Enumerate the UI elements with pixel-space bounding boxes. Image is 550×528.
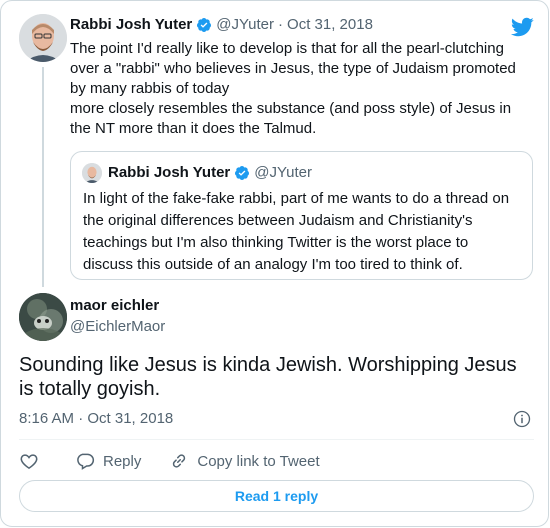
tweet-actions: Reply Copy link to Tweet [19, 449, 348, 473]
divider [19, 439, 534, 440]
tweet-embed-card: Rabbi Josh Yuter @JYuter · Oct 31, 2018 … [0, 0, 549, 527]
parent-tweet-header: Rabbi Josh Yuter @JYuter · Oct 31, 2018 [70, 16, 373, 33]
quoted-author-name: Rabbi Josh Yuter [108, 164, 231, 181]
tweet-text-line: In light of the fake-fake rabbi, part of… [83, 190, 510, 207]
tweet-text-line: the NT more than it does the Talmud. [70, 120, 317, 137]
tweet-text-line: The point I'd really like to develop is … [70, 40, 504, 57]
quoted-author-avatar [82, 163, 102, 183]
tweet-timestamp[interactable]: 8:16 AM · Oct 31, 2018 [19, 410, 173, 427]
thread-connector-line [42, 67, 44, 287]
copy-link-label: Copy link to Tweet [197, 452, 320, 470]
main-author-name[interactable]: maor eichler [70, 297, 159, 314]
verified-badge-icon [235, 165, 250, 180]
verified-badge-icon [197, 17, 212, 32]
main-author-handle[interactable]: @EichlerMaor [70, 318, 165, 335]
read-replies-button[interactable]: Read 1 reply [19, 480, 534, 512]
tweet-text-line: is totally goyish. [19, 378, 161, 400]
heart-icon [20, 454, 38, 469]
tweet-text-line: teachings but I'm also thinking Twitter … [83, 234, 469, 251]
tweet-text-line: more closely resembles the substance (an… [70, 100, 512, 117]
tweet-date[interactable]: Oct 31, 2018 [287, 16, 373, 33]
author-avatar[interactable] [19, 14, 67, 62]
quoted-author-handle: @JYuter [254, 164, 313, 181]
author-handle[interactable]: @JYuter [216, 16, 274, 33]
quoted-tweet-text: In light of the fake-fake rabbi, part of… [83, 188, 523, 276]
link-icon [173, 454, 186, 468]
quoted-tweet-header: Rabbi Josh Yuter @JYuter [108, 164, 312, 181]
author-name[interactable]: Rabbi Josh Yuter [70, 16, 192, 33]
parent-tweet-text: The point I'd really like to develop is … [70, 39, 530, 139]
main-tweet-text: Sounding like Jesus is kinda Jewish. Wor… [19, 353, 534, 401]
tweet-text-line: the original differences between Judaism… [83, 212, 473, 229]
copy-link-button[interactable]: Copy link to Tweet [169, 451, 320, 471]
quoted-tweet[interactable]: Rabbi Josh Yuter @JYuter In light of the… [70, 151, 533, 280]
tweet-text-line: Sounding like Jesus is kinda Jewish. Wor… [19, 354, 517, 376]
tweet-text-line: by many rabbis of today [70, 80, 230, 97]
reply-bubble-icon [77, 453, 95, 470]
twitter-bird-icon[interactable] [510, 15, 534, 39]
info-icon[interactable] [512, 409, 532, 429]
dot-separator: · [278, 16, 284, 33]
tweet-text-line: over a "rabbi" who believes in Jesus, th… [70, 60, 516, 77]
main-author-avatar[interactable] [19, 293, 67, 341]
tweet-text-line: discuss this outside of an analogy I'm t… [83, 256, 463, 273]
reply-label: Reply [103, 452, 142, 470]
like-button[interactable] [19, 451, 47, 471]
reply-button[interactable]: Reply [75, 451, 141, 471]
